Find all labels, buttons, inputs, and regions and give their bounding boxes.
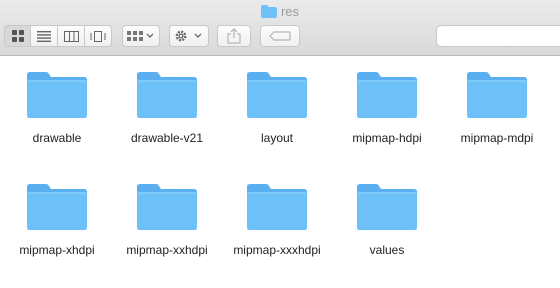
window-title: res (0, 4, 560, 22)
file-item[interactable]: mipmap-xhdpi (5, 183, 109, 257)
tag-icon (269, 31, 291, 41)
cover-flow-icon (90, 30, 106, 42)
folder-icon (247, 72, 307, 118)
window-toolbar: res (0, 0, 560, 56)
folder-icon (247, 184, 307, 230)
search-field[interactable] (436, 25, 560, 47)
folder-icon (357, 184, 417, 230)
file-name: mipmap-hdpi (352, 131, 422, 145)
file-item[interactable]: values (335, 183, 439, 257)
file-item[interactable]: mipmap-xxxhdpi (225, 183, 329, 257)
file-name: layout (260, 131, 294, 145)
file-name: drawable (32, 131, 82, 145)
view-mode-control[interactable] (4, 25, 112, 47)
file-item[interactable]: mipmap-hdpi (335, 71, 439, 145)
folder-icon (467, 72, 527, 118)
share-icon (227, 28, 241, 44)
file-item[interactable]: mipmap-mdpi (445, 71, 549, 145)
window-title-text: res (280, 4, 300, 19)
file-grid: drawable drawable-v21 layout mipmap-hdpi mip… (0, 57, 560, 288)
file-item[interactable]: drawable (5, 71, 109, 145)
file-item[interactable]: mipmap-xxhdpi (115, 183, 219, 257)
folder-icon (260, 5, 277, 22)
folder-icon (357, 72, 417, 118)
list-view-button[interactable] (31, 25, 58, 47)
file-item[interactable]: drawable-v21 (115, 71, 219, 145)
column-view-button[interactable] (58, 25, 85, 47)
column-view-icon (63, 30, 79, 42)
group-grid-icon (127, 31, 154, 41)
gear-icon (175, 30, 202, 42)
file-name: mipmap-xhdpi (19, 243, 95, 257)
tag-button[interactable] (260, 25, 300, 47)
file-item[interactable]: layout (225, 71, 329, 145)
list-view-icon (37, 30, 51, 42)
action-menu-button[interactable] (169, 25, 209, 47)
file-name: values (369, 243, 405, 257)
file-name: drawable-v21 (130, 131, 204, 145)
icon-view-button[interactable] (4, 25, 31, 47)
share-button[interactable] (217, 25, 251, 47)
cover-flow-button[interactable] (85, 25, 112, 47)
folder-icon (137, 184, 197, 230)
file-name: mipmap-xxxhdpi (233, 243, 321, 257)
icon-view-icon (11, 30, 24, 42)
folder-icon (27, 184, 87, 230)
file-name: mipmap-xxhdpi (126, 243, 208, 257)
folder-icon (137, 72, 197, 118)
group-by-button[interactable] (122, 25, 160, 47)
file-name: mipmap-mdpi (460, 131, 534, 145)
folder-icon (27, 72, 87, 118)
